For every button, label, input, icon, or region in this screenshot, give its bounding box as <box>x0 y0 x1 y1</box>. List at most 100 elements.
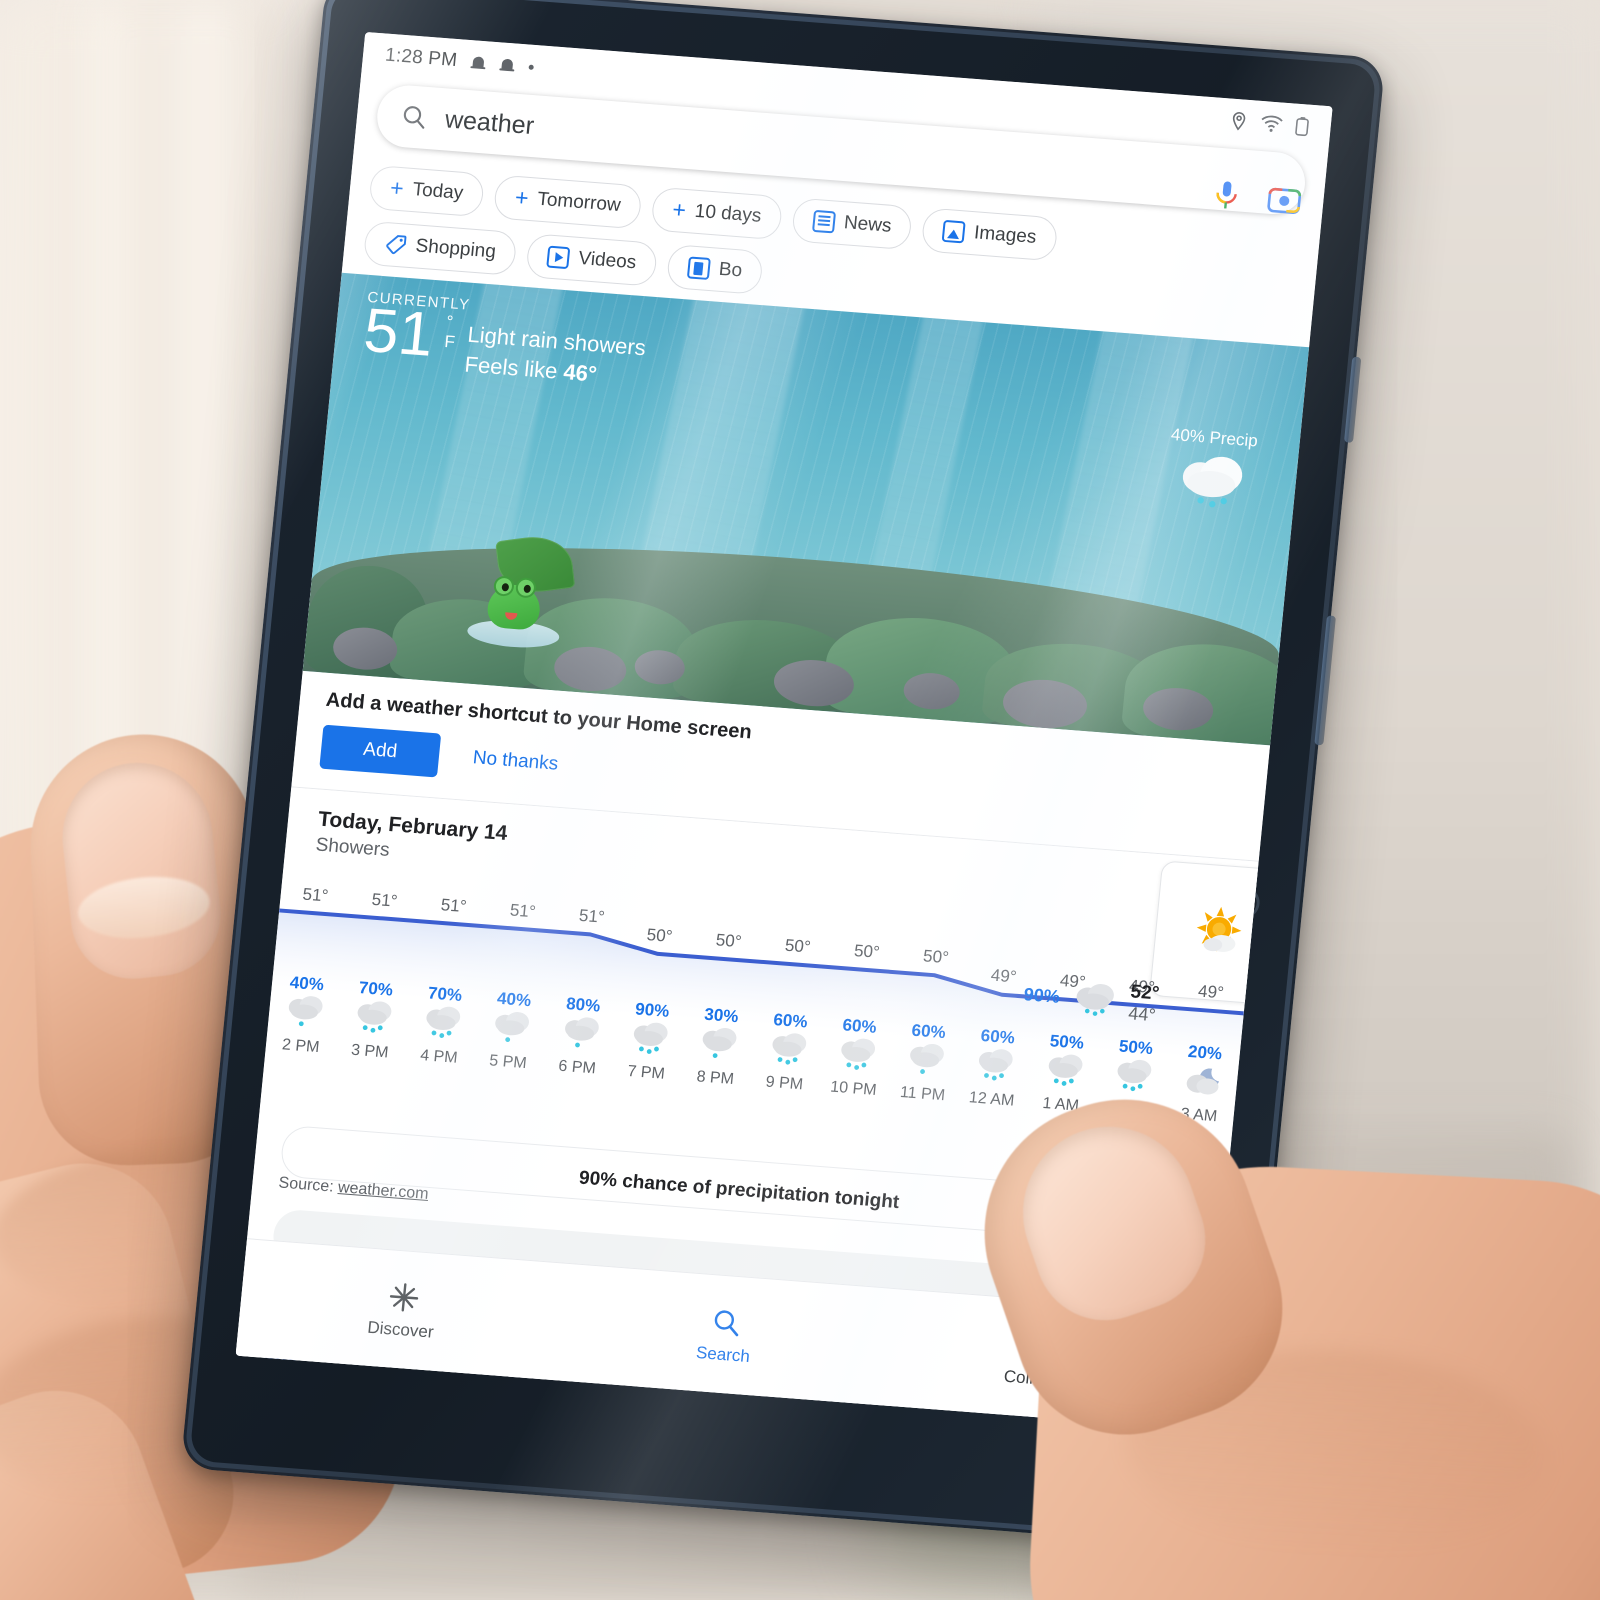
chip-10-days[interactable]: + 10 days <box>650 186 784 241</box>
images-icon <box>942 219 967 244</box>
battery-icon <box>1295 117 1309 137</box>
chip-images[interactable]: Images <box>921 207 1059 262</box>
unit-letter: F <box>443 331 456 352</box>
hour-label: 7 PM <box>626 1062 666 1083</box>
chip-label: News <box>842 212 893 237</box>
chip-label: Shopping <box>414 235 497 263</box>
dot-icon <box>528 64 535 70</box>
chip-videos[interactable]: Videos <box>525 233 659 287</box>
temp-label: 49° <box>989 965 1018 987</box>
chip-news[interactable]: News <box>790 197 914 251</box>
plus-icon: + <box>671 195 688 223</box>
hour-label: 6 PM <box>557 1057 597 1078</box>
wifi-icon <box>1261 115 1283 132</box>
bell-icon <box>470 54 487 72</box>
video-icon <box>546 245 571 270</box>
hour-column[interactable]: 90% 7 PM <box>611 998 688 1085</box>
status-right-icons <box>1229 111 1310 137</box>
hour-label: 5 PM <box>488 1052 528 1073</box>
microphone-icon[interactable] <box>1210 177 1243 213</box>
no-thanks-button[interactable]: No thanks <box>472 747 559 775</box>
weather-hero: CURRENTLY 51 ° F Light rain showers Feel… <box>302 272 1310 746</box>
right-hand <box>942 1001 1600 1600</box>
source-prefix: Source: <box>277 1174 339 1196</box>
hour-column[interactable]: 60% 10 PM <box>818 1014 895 1101</box>
nav-item-search[interactable]: Search <box>561 1292 889 1377</box>
plus-icon: + <box>513 183 530 211</box>
chip-shopping[interactable]: Shopping <box>362 220 518 276</box>
news-icon <box>811 209 837 234</box>
nav-item-discover[interactable]: Discover <box>238 1268 566 1353</box>
cloud-light-rain-icon <box>544 1017 616 1057</box>
chip-label: 10 days <box>693 200 763 227</box>
bell-icon <box>499 56 516 74</box>
hour-column[interactable]: 40% 5 PM <box>473 987 550 1074</box>
temp-label: 51° <box>370 889 399 911</box>
chip-label: Today <box>411 179 465 204</box>
temp-label: 50° <box>853 941 881 962</box>
temp-label: 51° <box>509 900 537 922</box>
cloud-light-rain-icon <box>889 1043 961 1083</box>
hour-label: 10 PM <box>829 1078 878 1100</box>
frog-character <box>480 531 576 632</box>
degree-symbol: ° <box>445 312 455 332</box>
books-icon <box>686 256 711 280</box>
temp-label: 50° <box>714 930 743 952</box>
hero-precip: 40% Precip <box>1163 425 1259 522</box>
location-icon <box>1232 112 1246 131</box>
hour-column[interactable]: 40% 2 PM <box>265 971 342 1058</box>
summary-high: 52° <box>1129 981 1161 1005</box>
cloud-rain-icon <box>820 1038 892 1078</box>
search-input[interactable]: weather <box>444 105 535 141</box>
search-actions <box>1210 177 1303 218</box>
hour-label: 11 PM <box>899 1083 946 1105</box>
shopping-tag-icon <box>386 235 407 255</box>
hour-column[interactable]: 80% 6 PM <box>542 993 619 1080</box>
search-icon <box>563 1292 889 1351</box>
cloud-rain-icon <box>613 1022 685 1062</box>
hour-label: 4 PM <box>419 1047 459 1067</box>
hour-column[interactable]: 70% 4 PM <box>403 982 480 1069</box>
temp-label: 50° <box>784 935 812 957</box>
hour-column[interactable]: 60% 9 PM <box>749 1009 826 1096</box>
add-button[interactable]: Add <box>319 724 442 778</box>
rain-cloud-icon <box>1182 456 1242 508</box>
temp-label: 51° <box>439 894 468 916</box>
cloud-light-rain-icon <box>267 996 339 1035</box>
chip-label: Tomorrow <box>536 188 622 216</box>
chip-today[interactable]: + Today <box>368 164 486 218</box>
cloud-light-rain-icon <box>475 1012 547 1051</box>
hour-label: 8 PM <box>695 1068 735 1089</box>
cloud-rain-icon <box>406 1006 478 1046</box>
temp-label: 51° <box>578 905 606 927</box>
hour-label: 3 PM <box>350 1041 390 1062</box>
status-time: 1:28 PM <box>384 44 459 72</box>
feels-like-value: 46° <box>562 358 598 387</box>
hour-label: 2 PM <box>281 1036 321 1057</box>
nav-label: Discover <box>366 1317 435 1342</box>
discover-asterisk-icon <box>241 1268 567 1327</box>
chip-tomorrow[interactable]: + Tomorrow <box>492 174 643 230</box>
temp-label: 50° <box>922 946 950 968</box>
google-lens-camera-icon[interactable] <box>1266 183 1303 217</box>
nav-label: Search <box>695 1342 751 1366</box>
chip-label: Videos <box>577 247 638 274</box>
source-link[interactable]: weather.com <box>337 1179 429 1203</box>
chip-label: Images <box>973 222 1038 248</box>
search-icon <box>403 106 425 129</box>
temperature-unit: ° F <box>444 308 459 352</box>
current-temperature: 51 <box>360 295 437 370</box>
feels-like-prefix: Feels like <box>463 351 565 384</box>
cloud-rain-icon <box>337 1001 409 1041</box>
hour-column[interactable]: 60% 11 PM <box>887 1019 964 1106</box>
chip-books[interactable]: Bo <box>665 243 765 295</box>
plus-icon: + <box>389 173 406 201</box>
cloud-rain-icon <box>751 1033 823 1073</box>
cloud-light-rain-icon <box>682 1028 754 1067</box>
hour-column[interactable]: 30% 8 PM <box>680 1003 757 1090</box>
chip-label: Bo <box>717 258 744 282</box>
temp-label: 49° <box>1197 981 1225 1003</box>
hour-column[interactable]: 70% 3 PM <box>334 977 411 1064</box>
hour-label: 9 PM <box>764 1073 804 1094</box>
temp-label: 51° <box>301 884 330 906</box>
